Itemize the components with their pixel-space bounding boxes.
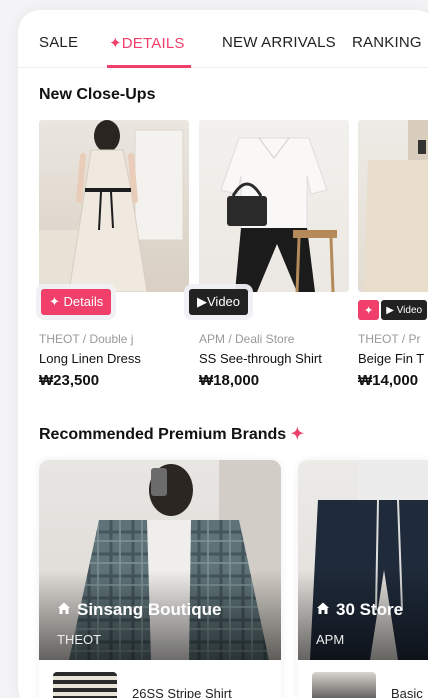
home-icon <box>316 600 330 620</box>
product-brand: THEOT / Pr <box>358 332 421 346</box>
brand-card[interactable]: 30 Store APM Basic <box>298 460 428 698</box>
product-name: Beige Fin T <box>358 351 425 366</box>
dress-photo-illustration <box>39 120 184 292</box>
sparkle-icon: ✦ <box>290 426 305 443</box>
product-image <box>199 120 349 292</box>
brand-name: 30 Store <box>316 600 403 620</box>
product-card[interactable]: APM / Deali Store SS See-through Shirt ₩… <box>199 120 349 389</box>
combo-badge: ✦ ▶ Video <box>358 300 428 320</box>
tab-new-arrivals[interactable]: NEW ARRIVALS <box>222 34 336 51</box>
premium-brands-title: Recommended Premium Brands ✦ <box>39 424 304 444</box>
product-card[interactable]: THEOT / Double j Long Linen Dress ₩23,50… <box>39 120 189 389</box>
product-card[interactable]: THEOT / Pr Beige Fin T ₩14,000 <box>358 120 428 389</box>
item-thumbnail <box>53 672 117 698</box>
app-screen: SALE ✦DETAILS NEW ARRIVALS RANKING New C… <box>18 10 428 698</box>
product-price: ₩18,000 <box>199 372 260 389</box>
video-mini-badge[interactable]: ▶ Video <box>381 300 428 320</box>
product-image <box>39 120 189 292</box>
tab-sale[interactable]: SALE <box>39 34 78 51</box>
shirt-photo-illustration <box>220 137 337 292</box>
category-tabs: SALE ✦DETAILS NEW ARRIVALS RANKING <box>18 10 428 68</box>
brand-name-text: Sinsang Boutique <box>77 600 222 619</box>
video-badge[interactable]: ▶Video <box>189 289 249 315</box>
details-badge-wrap: ✦ Details <box>36 284 117 320</box>
product-image <box>358 120 428 292</box>
details-mini-badge[interactable]: ✦ <box>358 300 380 320</box>
details-badge[interactable]: ✦ Details <box>41 289 112 315</box>
brand-market: THEOT <box>57 632 102 647</box>
close-ups-title: New Close-Ups <box>39 86 156 103</box>
video-badge-wrap: ▶Video <box>184 284 254 320</box>
product-name: SS See-through Shirt <box>199 351 322 366</box>
tab-ranking[interactable]: RANKING <box>352 34 422 51</box>
premium-brands-title-text: Recommended Premium Brands <box>39 426 287 443</box>
item-thumbnail <box>312 672 376 698</box>
top-photo-illustration <box>364 120 428 292</box>
product-price: ₩14,000 <box>358 372 419 389</box>
product-brand: THEOT / Double j <box>39 332 134 346</box>
brand-card[interactable]: Sinsang Boutique THEOT 26SS Stripe Shirt <box>39 460 281 698</box>
product-price: ₩23,500 <box>39 372 100 389</box>
item-name: 26SS Stripe Shirt <box>132 686 232 698</box>
brand-name-text: 30 Store <box>336 600 404 619</box>
home-icon <box>57 600 71 620</box>
tab-details[interactable]: ✦DETAILS <box>109 34 185 52</box>
brand-market: APM <box>316 632 345 647</box>
active-tab-indicator <box>107 65 191 68</box>
product-name: Long Linen Dress <box>39 351 141 366</box>
item-name: Basic <box>391 686 423 698</box>
product-brand: APM / Deali Store <box>199 332 295 346</box>
brand-name: Sinsang Boutique <box>57 600 222 620</box>
